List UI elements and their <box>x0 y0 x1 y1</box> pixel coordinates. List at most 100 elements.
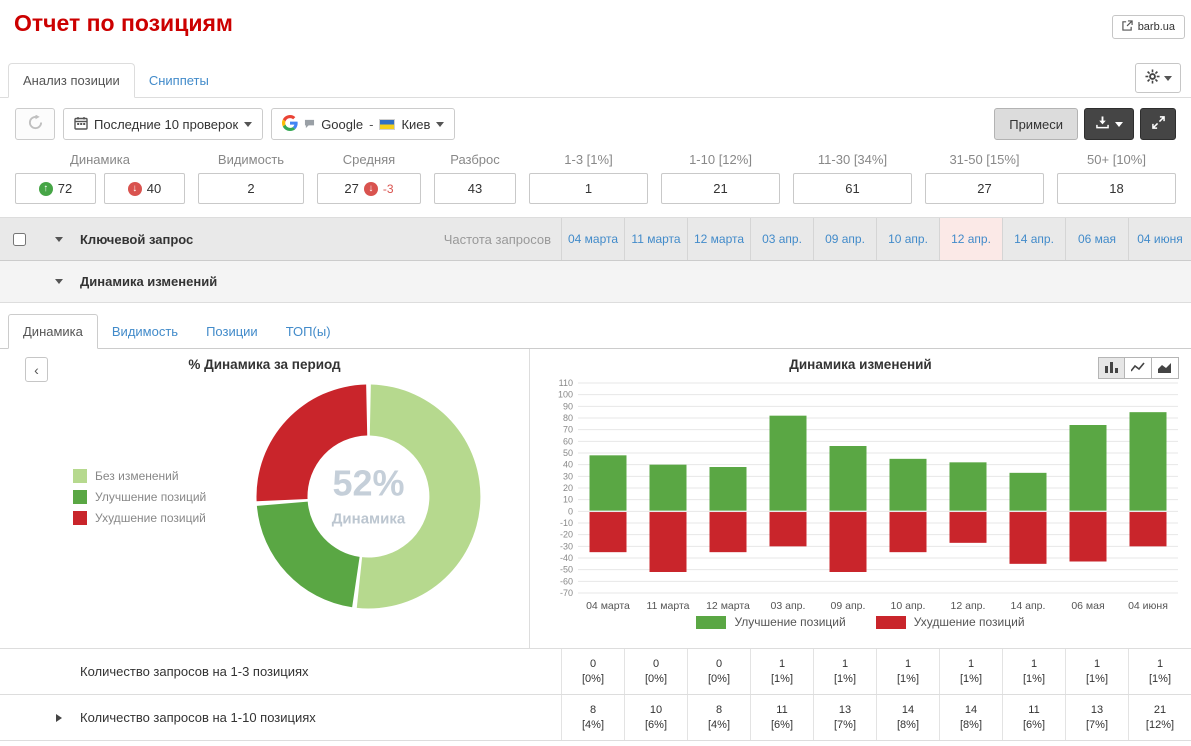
stat-average: Средняя 27 ↓ -3 <box>317 152 421 204</box>
metric-cell: 11 [6%] <box>1002 695 1065 740</box>
date-column-header[interactable]: 09 апр. <box>813 218 876 260</box>
period-dropdown-button[interactable]: Последние 10 проверок <box>63 108 264 140</box>
stat-spread: Разброс 43 <box>434 152 516 204</box>
date-column-header[interactable]: 10 апр. <box>876 218 939 260</box>
bar-chart: 1101009080706050403020100-10-20-30-40-50… <box>558 378 1178 612</box>
metric-percent: [4%] <box>581 718 604 731</box>
refresh-button[interactable] <box>15 108 55 140</box>
legend-label: Ухудшение позиций <box>913 615 1025 629</box>
metric-cell: 13 [7%] <box>813 695 876 740</box>
date-column-header[interactable]: 14 апр. <box>1002 218 1065 260</box>
subtab-positions[interactable]: Позиции <box>192 315 272 348</box>
bar-improvement <box>1009 472 1047 511</box>
site-link-button[interactable]: barb.ua <box>1111 15 1185 39</box>
line-chart-icon <box>1130 361 1145 376</box>
expand-button[interactable] <box>1140 108 1176 140</box>
metric-percent: [4%] <box>707 718 730 731</box>
metric-cell: 1 [1%] <box>813 649 876 694</box>
metric-count: 1 <box>904 657 912 670</box>
stat-value-box: 21 <box>661 173 780 204</box>
date-column-header[interactable]: 12 марта <box>687 218 750 260</box>
bar-improvement <box>1069 425 1107 511</box>
column-menu-caret-icon[interactable] <box>55 236 63 242</box>
arrow-up-circle-icon: ↑ <box>38 181 53 196</box>
svg-text:60: 60 <box>563 436 573 446</box>
download-button[interactable] <box>1084 108 1134 140</box>
main-tabs: Анализ позиции Сниппеты <box>0 60 1191 98</box>
donut-center-label: Динамика <box>332 511 406 528</box>
legend-swatch <box>73 510 87 525</box>
stat-label: 11-30 [34%] <box>817 152 888 167</box>
date-column-header[interactable]: 04 июня <box>1128 218 1191 260</box>
stat-value: 27 <box>977 181 992 196</box>
metric-percent: [6%] <box>770 718 793 731</box>
date-column-header[interactable]: 03 апр. <box>750 218 813 260</box>
bar-decline <box>649 512 687 572</box>
speech-bubble-icon <box>304 117 315 132</box>
chart-type-line-button[interactable] <box>1125 357 1152 379</box>
metric-count: 0 <box>589 657 597 670</box>
impurities-button[interactable]: Примеси <box>994 108 1078 140</box>
legend-label: Ухудшение позиций <box>95 510 206 525</box>
metric-percent: [12%] <box>1145 718 1175 731</box>
row-expander-cell <box>38 649 80 694</box>
chart-type-bar-button[interactable] <box>1098 357 1125 379</box>
stat-label: Разброс <box>450 152 500 167</box>
metric-count: 1 <box>778 657 786 670</box>
subtab-visibility[interactable]: Видимость <box>98 315 192 348</box>
bar-x-label: 12 марта <box>706 600 750 612</box>
row-label: Количество запросов на 1-10 позициях <box>80 710 316 725</box>
metric-percent: [8%] <box>896 718 919 731</box>
positions-report-app: Отчет по позициям barb.ua Анализ позиции… <box>0 10 1191 746</box>
metric-cell: 13 [7%] <box>1065 695 1128 740</box>
date-column-header[interactable]: 12 апр. <box>939 218 1002 260</box>
metric-percent: [6%] <box>644 718 667 731</box>
stat-boxes: ↑ 72 ↓ 40 <box>15 173 185 204</box>
date-column-header[interactable]: 06 мая <box>1065 218 1128 260</box>
metric-percent: [0%] <box>581 672 604 685</box>
subtab-dynamics[interactable]: Динамика <box>8 314 98 349</box>
date-column-header[interactable]: 04 марта <box>561 218 624 260</box>
stat-value: 21 <box>713 181 728 196</box>
search-engine-region-selector[interactable]: Google - Киев <box>271 108 456 140</box>
stat-value-box: 27 ↓ -3 <box>317 173 421 204</box>
tab-snippets[interactable]: Сниппеты <box>135 64 223 97</box>
metric-percent: [1%] <box>1148 672 1171 685</box>
stat-value: 40 <box>146 181 162 196</box>
settings-button[interactable] <box>1135 63 1181 93</box>
metric-percent: [1%] <box>959 672 982 685</box>
metric-count: 1 <box>841 657 849 670</box>
metric-count: 11 <box>776 703 788 716</box>
chart-type-area-button[interactable] <box>1152 357 1179 379</box>
table-header: Ключевой запрос Частота запросов 04 март… <box>0 217 1191 261</box>
stat-boxes: 27 ↓ -3 <box>317 173 421 204</box>
chevron-down-icon <box>436 121 445 127</box>
tab-position-analysis[interactable]: Анализ позиции <box>8 63 135 98</box>
bar-improvement <box>589 455 627 511</box>
subtab-tops[interactable]: ТОП(ы) <box>272 315 345 348</box>
stat-label: 1-10 [12%] <box>689 152 752 167</box>
expand-icon <box>1151 116 1165 132</box>
select-all-checkbox[interactable] <box>12 232 26 246</box>
metrics-table: Количество запросов на 1-3 позициях 0 [0%]… <box>0 649 1191 741</box>
legend-label: Улучшение позиций <box>734 615 846 629</box>
metric-cell: 8 [4%] <box>561 695 624 740</box>
legend-swatch <box>73 468 87 483</box>
date-column-header[interactable]: 11 марта <box>624 218 687 260</box>
metric-count: 1 <box>967 657 975 670</box>
refresh-icon <box>28 114 43 133</box>
metric-cell: 1 [1%] <box>750 649 813 694</box>
collapse-group-caret-icon[interactable] <box>55 279 63 284</box>
metric-cell: 14 [8%] <box>876 695 939 740</box>
toolbar-right: Примеси <box>994 108 1176 140</box>
expand-caret-icon[interactable] <box>56 713 62 722</box>
collapse-panel-button[interactable]: ‹ <box>25 357 48 382</box>
stat-dynamics: Динамика ↑ 72 ↓ 40 <box>15 152 185 204</box>
legend-label: Без изменений <box>95 468 179 483</box>
metric-cell: 8 [4%] <box>687 695 750 740</box>
bar-x-label: 10 апр. <box>891 600 926 612</box>
metric-count: 13 <box>838 703 852 716</box>
stat-value-box: 27 <box>925 173 1044 204</box>
region-label: Киев <box>401 116 431 132</box>
bar-decline <box>589 512 627 553</box>
